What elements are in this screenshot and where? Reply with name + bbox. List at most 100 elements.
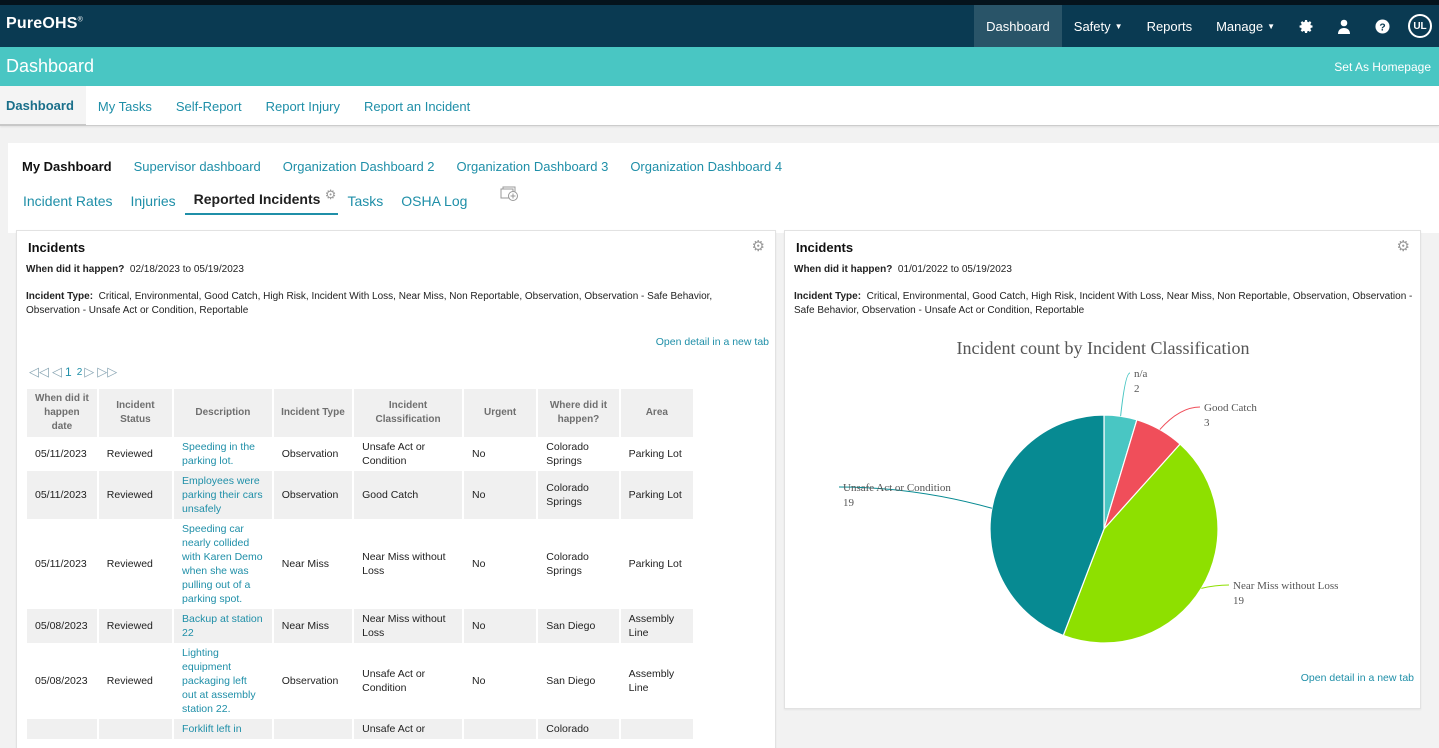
cell-date: 05/08/2023 [27,643,99,719]
gear-icon[interactable] [1287,5,1325,47]
app-logo[interactable]: PureOHS® [6,15,83,33]
dashboard-tab-supervisor[interactable]: Supervisor dashboard [134,159,261,174]
cell-area [619,719,696,739]
cell-description-link[interactable]: Speeding in the parking lot. [173,437,274,471]
cell-description-link[interactable]: Speeding car nearly collided with Karen … [173,519,274,609]
subnav-my-tasks[interactable]: My Tasks [86,86,164,126]
dashboard-tab-org-2[interactable]: Organization Dashboard 2 [283,159,435,174]
col-header-date[interactable]: When did it happen date [27,389,99,437]
cell-description-link[interactable]: Forklift left in [173,719,274,739]
cell-location: Colorado Springs [537,471,621,519]
dashboard-header: My Dashboard Supervisor dashboard Organi… [8,143,1439,233]
ul-logo-icon[interactable]: UL [1401,5,1439,47]
tab-reported-incidents[interactable]: Reported Incidents ⚙ [184,185,339,215]
date-range-filter: When did it happen? 01/01/2022 to 05/19/… [794,264,1012,275]
col-header-status[interactable]: Incident Status [97,389,175,437]
subnav-report-incident[interactable]: Report an Incident [352,86,482,126]
cell-classification: Near Miss without Loss [353,609,464,643]
col-header-urgent[interactable]: Urgent [463,389,539,437]
nav-safety-label: Safety [1073,18,1111,34]
dashboard-tab-org-4[interactable]: Organization Dashboard 4 [630,159,782,174]
next-page-icon[interactable]: ▷ [84,364,94,380]
cell-location: Colorado [537,719,621,739]
col-header-type[interactable]: Incident Type [272,389,355,437]
gear-icon[interactable]: ⚙ [325,187,337,203]
page-1[interactable]: 1 [65,365,72,379]
incidents-chart-widget: Incidents ⚙ When did it happen? 01/01/20… [784,230,1421,709]
cell-description-link[interactable]: Lighting equipment packaging left out at… [173,643,274,719]
subnav-report-injury[interactable]: Report Injury [254,86,352,126]
dashboard-tab-my-dashboard[interactable]: My Dashboard [22,159,112,174]
table-header-row: When did it happen date Incident Status … [27,389,696,437]
col-header-area[interactable]: Area [619,389,696,437]
table-row: 05/08/2023 Reviewed Backup at station 22… [27,609,696,643]
pie-slice-label: Good Catch [1204,402,1257,414]
cell-date: 05/11/2023 [27,519,99,609]
cell-status [97,719,175,739]
sub-navigation: Dashboard My Tasks Self-Report Report In… [0,86,1439,126]
col-header-description[interactable]: Description [173,389,274,437]
widget-title: Incidents [796,240,854,255]
table-row: 05/08/2023 Reviewed Lighting equipment p… [27,643,696,719]
table-row: 05/11/2023 Reviewed Employees were parki… [27,471,696,519]
last-page-icon[interactable]: ▷▷ [97,364,117,380]
nav-manage[interactable]: Manage ▼ [1204,5,1287,47]
cell-status: Reviewed [97,471,175,519]
cell-status: Reviewed [97,437,175,471]
open-detail-link[interactable]: Open detail in a new tab [656,336,769,348]
table-row: Forklift left in Unsafe Act or Colorado [27,719,696,739]
nav-reports[interactable]: Reports [1135,5,1205,47]
ul-badge: UL [1408,14,1432,38]
subnav-dashboard[interactable]: Dashboard [0,86,86,126]
widget-title: Incidents [28,240,86,255]
tab-tasks[interactable]: Tasks [338,187,392,215]
logo-text: PureOHS [6,15,78,32]
incident-type-value: Critical, Environmental, Good Catch, Hig… [26,291,713,316]
nav-safety[interactable]: Safety ▼ [1062,5,1135,47]
pie-slice-value: 2 [1134,383,1140,395]
cell-area: Assembly Line [619,609,696,643]
cell-location: San Diego [537,643,621,719]
caret-down-icon: ▼ [1114,21,1123,31]
subnav-self-report[interactable]: Self-Report [164,86,254,126]
cell-classification: Unsafe Act or Condition [353,643,464,719]
help-icon[interactable]: ? [1363,5,1401,47]
cell-status: Reviewed [97,643,175,719]
cell-type [272,719,355,739]
tab-osha-log[interactable]: OSHA Log [392,187,476,215]
col-header-classification[interactable]: Incident Classification [353,389,464,437]
logo-registered-mark: ® [77,16,84,24]
top-nav: Dashboard Safety ▼ Reports Manage ▼ ? UL [974,5,1439,47]
tab-incident-rates[interactable]: Incident Rates [14,187,122,215]
dashboard-tab-org-3[interactable]: Organization Dashboard 3 [457,159,609,174]
cell-date: 05/11/2023 [27,471,99,519]
cell-classification: Good Catch [353,471,464,519]
open-detail-link[interactable]: Open detail in a new tab [1301,672,1414,684]
pie-slice-label: Unsafe Act or Condition [843,482,951,494]
col-header-location[interactable]: Where did it happen? [537,389,621,437]
user-icon[interactable] [1325,5,1363,47]
pie-slice-value: 19 [843,497,855,509]
prev-page-icon[interactable]: ◁ [52,364,62,380]
add-widget-icon[interactable] [500,186,520,215]
cell-classification: Unsafe Act or Condition [353,437,464,471]
cell-location: San Diego [537,609,621,643]
nav-dashboard[interactable]: Dashboard [974,5,1062,47]
svg-text:?: ? [1379,22,1385,33]
page-2[interactable]: 2 [77,367,83,378]
gear-icon[interactable]: ⚙ [1397,237,1410,255]
cell-urgent: No [463,609,539,643]
first-page-icon[interactable]: ◁◁ [29,364,49,380]
page-title: Dashboard [6,56,95,76]
incident-type-label: Incident Type: [794,291,862,302]
cell-type: Near Miss [272,519,355,609]
incidents-table: When did it happen date Incident Status … [27,389,696,739]
set-as-homepage-link[interactable]: Set As Homepage [1334,60,1431,74]
table-row: 05/11/2023 Reviewed Speeding in the park… [27,437,696,471]
cell-description-link[interactable]: Backup at station 22 [173,609,274,643]
gear-icon[interactable]: ⚙ [752,237,765,255]
tab-injuries[interactable]: Injuries [122,187,185,215]
cell-type: Observation [272,643,355,719]
cell-description-link[interactable]: Employees were parking their cars unsafe… [173,471,274,519]
cell-classification: Near Miss without Loss [353,519,464,609]
